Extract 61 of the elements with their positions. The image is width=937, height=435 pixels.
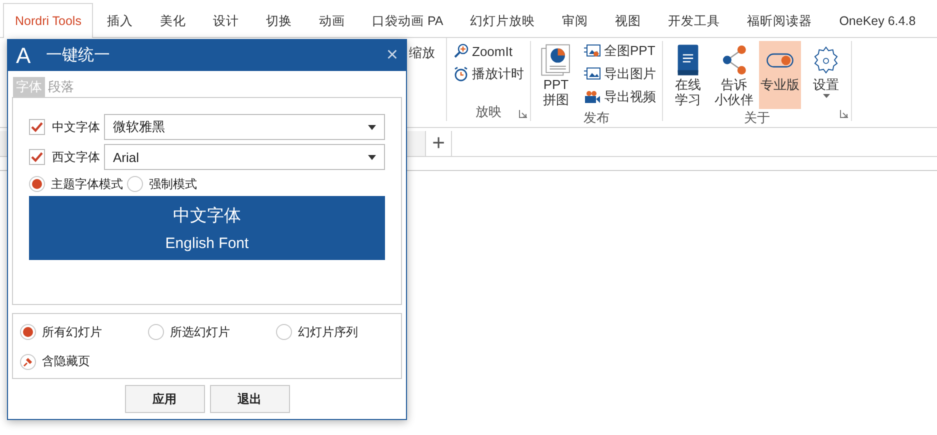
alarm-clock-icon bbox=[453, 66, 469, 82]
radio-label: 强制模式 bbox=[149, 176, 197, 192]
dialog-launcher-icon[interactable] bbox=[840, 110, 848, 118]
ribbon-tab[interactable]: 美化 bbox=[146, 3, 200, 38]
field-label: 中文字体 bbox=[52, 118, 101, 136]
ribbon-button[interactable]: 全图PPT bbox=[581, 41, 658, 61]
video-camera-icon bbox=[583, 90, 601, 104]
ribbon-button-label[interactable]: 缩放 bbox=[409, 38, 447, 121]
group-label: 发布 bbox=[584, 109, 610, 127]
dialog-button[interactable]: 应用 bbox=[124, 385, 204, 413]
ribbon-button[interactable]: ZoomIt bbox=[451, 41, 526, 61]
ribbon-tab[interactable]: 开发工具 bbox=[654, 3, 734, 38]
checkbox[interactable] bbox=[29, 149, 45, 165]
ribbon-button[interactable]: 在线 学习 bbox=[667, 41, 709, 109]
close-button[interactable]: × bbox=[386, 44, 398, 67]
ribbon-tab[interactable]: 口袋动画 PA bbox=[358, 3, 457, 38]
font-dropdown[interactable]: Arial bbox=[104, 144, 385, 170]
ribbon-tab[interactable]: 动画 bbox=[305, 3, 358, 38]
preview-text: 中文字体 bbox=[173, 205, 241, 227]
radio-button[interactable] bbox=[29, 176, 45, 192]
radio-label: 所有幻灯片 bbox=[42, 324, 102, 340]
font-dropdown[interactable]: 微软雅黑 bbox=[104, 114, 385, 140]
ribbon-tab[interactable]: 审阅 bbox=[548, 3, 602, 38]
ribbon-tab[interactable]: 福昕阅读器 bbox=[734, 3, 826, 38]
checkbox[interactable] bbox=[29, 119, 45, 135]
pie-chart-document-icon bbox=[539, 43, 573, 77]
ribbon-button[interactable]: 导出图片 bbox=[581, 64, 658, 84]
ribbon-tab[interactable]: 视图 bbox=[602, 3, 655, 38]
radio-button[interactable] bbox=[148, 324, 164, 340]
pin-icon[interactable] bbox=[20, 354, 36, 370]
group-label: 放映 bbox=[476, 103, 502, 121]
ribbon-button[interactable]: 导出视频 bbox=[581, 87, 658, 107]
dialog-button[interactable]: 退出 bbox=[210, 385, 290, 413]
radio-label: 幻灯片序列 bbox=[298, 324, 358, 340]
ribbon-tab[interactable]: OneKey 6.4.8 bbox=[826, 3, 930, 38]
ribbon-tab[interactable]: 幻灯片放映 bbox=[456, 3, 549, 38]
radio-button[interactable] bbox=[20, 324, 36, 340]
ribbon-tab[interactable]: 设计 bbox=[199, 3, 252, 38]
ribbon-button[interactable]: 告诉 小伙伴 bbox=[713, 41, 755, 109]
ribbon-tab[interactable]: Nordri Tools bbox=[3, 3, 94, 38]
ribbon-tab[interactable]: 插入 bbox=[93, 3, 146, 38]
radio-label: 主题字体模式 bbox=[51, 176, 123, 192]
radio-label: 所选幻灯片 bbox=[170, 324, 230, 340]
zoom-in-icon bbox=[453, 43, 469, 59]
group-label: 关于 bbox=[744, 109, 770, 127]
picture-icon bbox=[583, 44, 601, 58]
radio-button[interactable] bbox=[276, 324, 292, 340]
radio-button[interactable] bbox=[127, 176, 143, 192]
preview-text: English Font bbox=[165, 235, 249, 252]
dialog-title: 一键统一 bbox=[46, 46, 111, 66]
picture-icon bbox=[583, 67, 601, 81]
field-label: 西文字体 bbox=[52, 148, 101, 166]
app-icon: A bbox=[16, 42, 46, 68]
dialog-launcher-icon[interactable] bbox=[519, 110, 527, 118]
ribbon-button[interactable]: 专业版 bbox=[759, 41, 801, 109]
ribbon-tab[interactable]: 切换 bbox=[252, 3, 306, 38]
ribbon-button[interactable]: PPT 拼图 bbox=[535, 41, 577, 109]
ribbon-button[interactable]: 设置 bbox=[805, 41, 847, 109]
ribbon-button[interactable]: 播放计时 bbox=[451, 64, 526, 84]
checkbox-label: 含隐藏页 bbox=[42, 353, 90, 370]
add-tab-button[interactable]: + bbox=[426, 131, 452, 156]
